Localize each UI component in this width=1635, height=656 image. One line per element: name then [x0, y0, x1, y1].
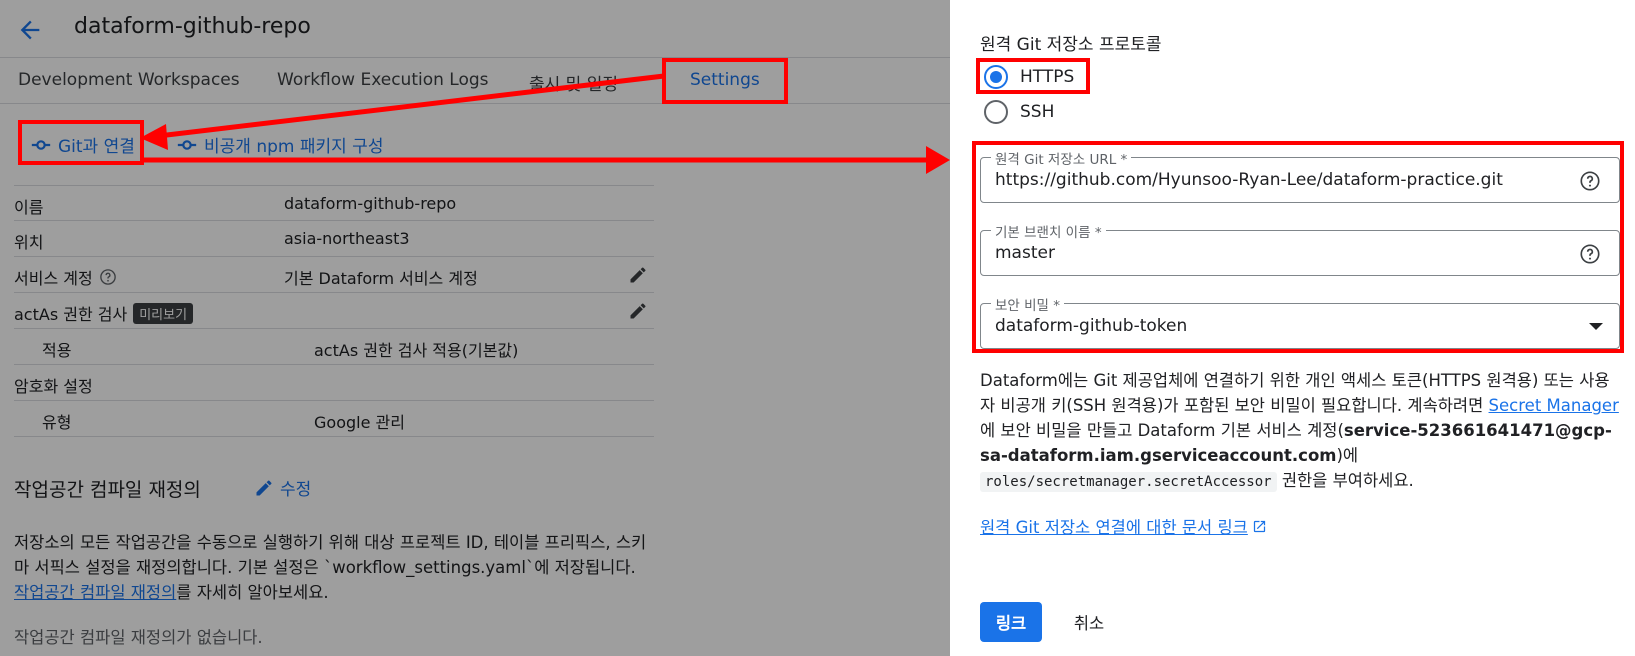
secret-manager-link[interactable]: Secret Manager: [1489, 396, 1619, 415]
role-code: roles/secretmanager.secretAccessor: [980, 472, 1277, 492]
radio-ssh-label[interactable]: SSH: [1020, 102, 1054, 122]
annotation-box-settings: [662, 58, 788, 104]
panel-description: Dataform에는 Git 제공업체에 연결하기 위한 개인 액세스 토큰(H…: [980, 368, 1620, 495]
radio-ssh[interactable]: [984, 100, 1008, 124]
annotation-box-fields: [972, 141, 1624, 353]
protocol-label: 원격 Git 저장소 프로토콜: [980, 35, 1162, 55]
annotation-box-https: [976, 58, 1090, 94]
desc-part-2: 에 보안 비밀을 만들고 Dataform 기본 서비스 계정(: [980, 421, 1344, 440]
repository-page: dataform-github-repo Development Workspa…: [0, 0, 950, 656]
desc-part-3: )에: [1336, 446, 1359, 465]
link-button[interactable]: 링크: [980, 602, 1042, 642]
cancel-button[interactable]: 취소: [1058, 602, 1120, 642]
desc-part-4: 권한을 부여하세요.: [1276, 471, 1414, 490]
annotation-box-connect-git: [18, 120, 144, 165]
doc-link-label: 원격 Git 저장소 연결에 대한 문서 링크: [980, 518, 1248, 537]
modal-scrim[interactable]: [0, 0, 950, 656]
doc-link[interactable]: 원격 Git 저장소 연결에 대한 문서 링크: [980, 514, 1267, 538]
external-link-icon: [1253, 520, 1265, 532]
